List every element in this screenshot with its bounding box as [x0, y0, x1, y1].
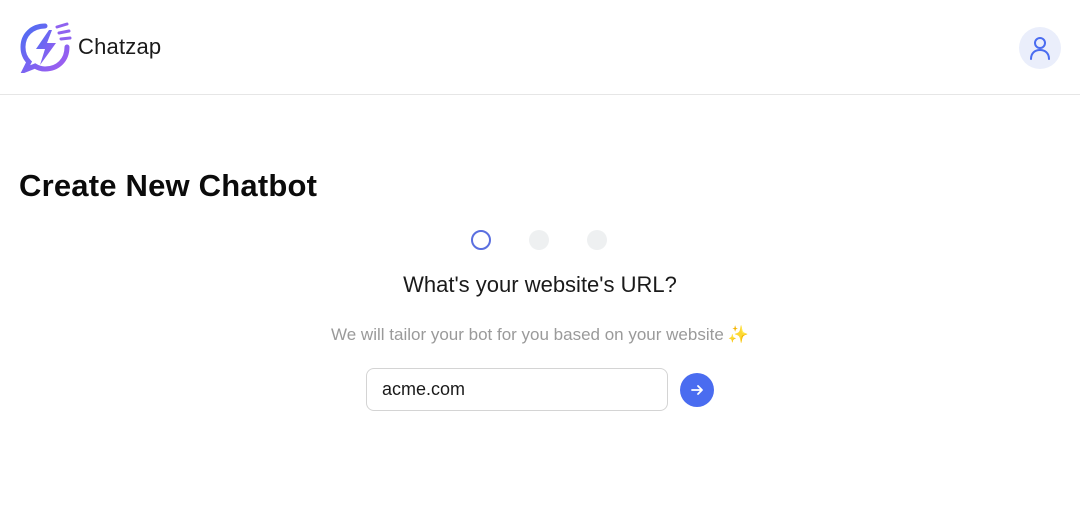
- url-question-heading: What's your website's URL?: [403, 272, 677, 297]
- website-url-input[interactable]: [366, 368, 668, 411]
- arrow-right-icon: [691, 385, 703, 395]
- user-icon: [1030, 37, 1050, 60]
- sparkle-icon: ✨: [727, 325, 749, 344]
- user-profile-button[interactable]: [1019, 27, 1061, 69]
- step-2-indicator: [529, 230, 549, 250]
- step-1-indicator-active: [471, 230, 491, 250]
- step-indicator: [471, 230, 611, 252]
- brand-name: Chatzap: [78, 34, 162, 59]
- brand[interactable]: Chatzap: [19, 21, 161, 73]
- step-3-indicator: [587, 230, 607, 250]
- submit-url-button[interactable]: [680, 373, 714, 407]
- url-question-subtitle: We will tailor your bot for you based on…: [0, 325, 1080, 345]
- page-title: Create New Chatbot: [19, 168, 318, 203]
- top-header: Chatzap: [0, 0, 1080, 95]
- subtitle-text: We will tailor your bot for you based on…: [331, 325, 724, 344]
- lightning-chat-logo-icon: [20, 22, 72, 73]
